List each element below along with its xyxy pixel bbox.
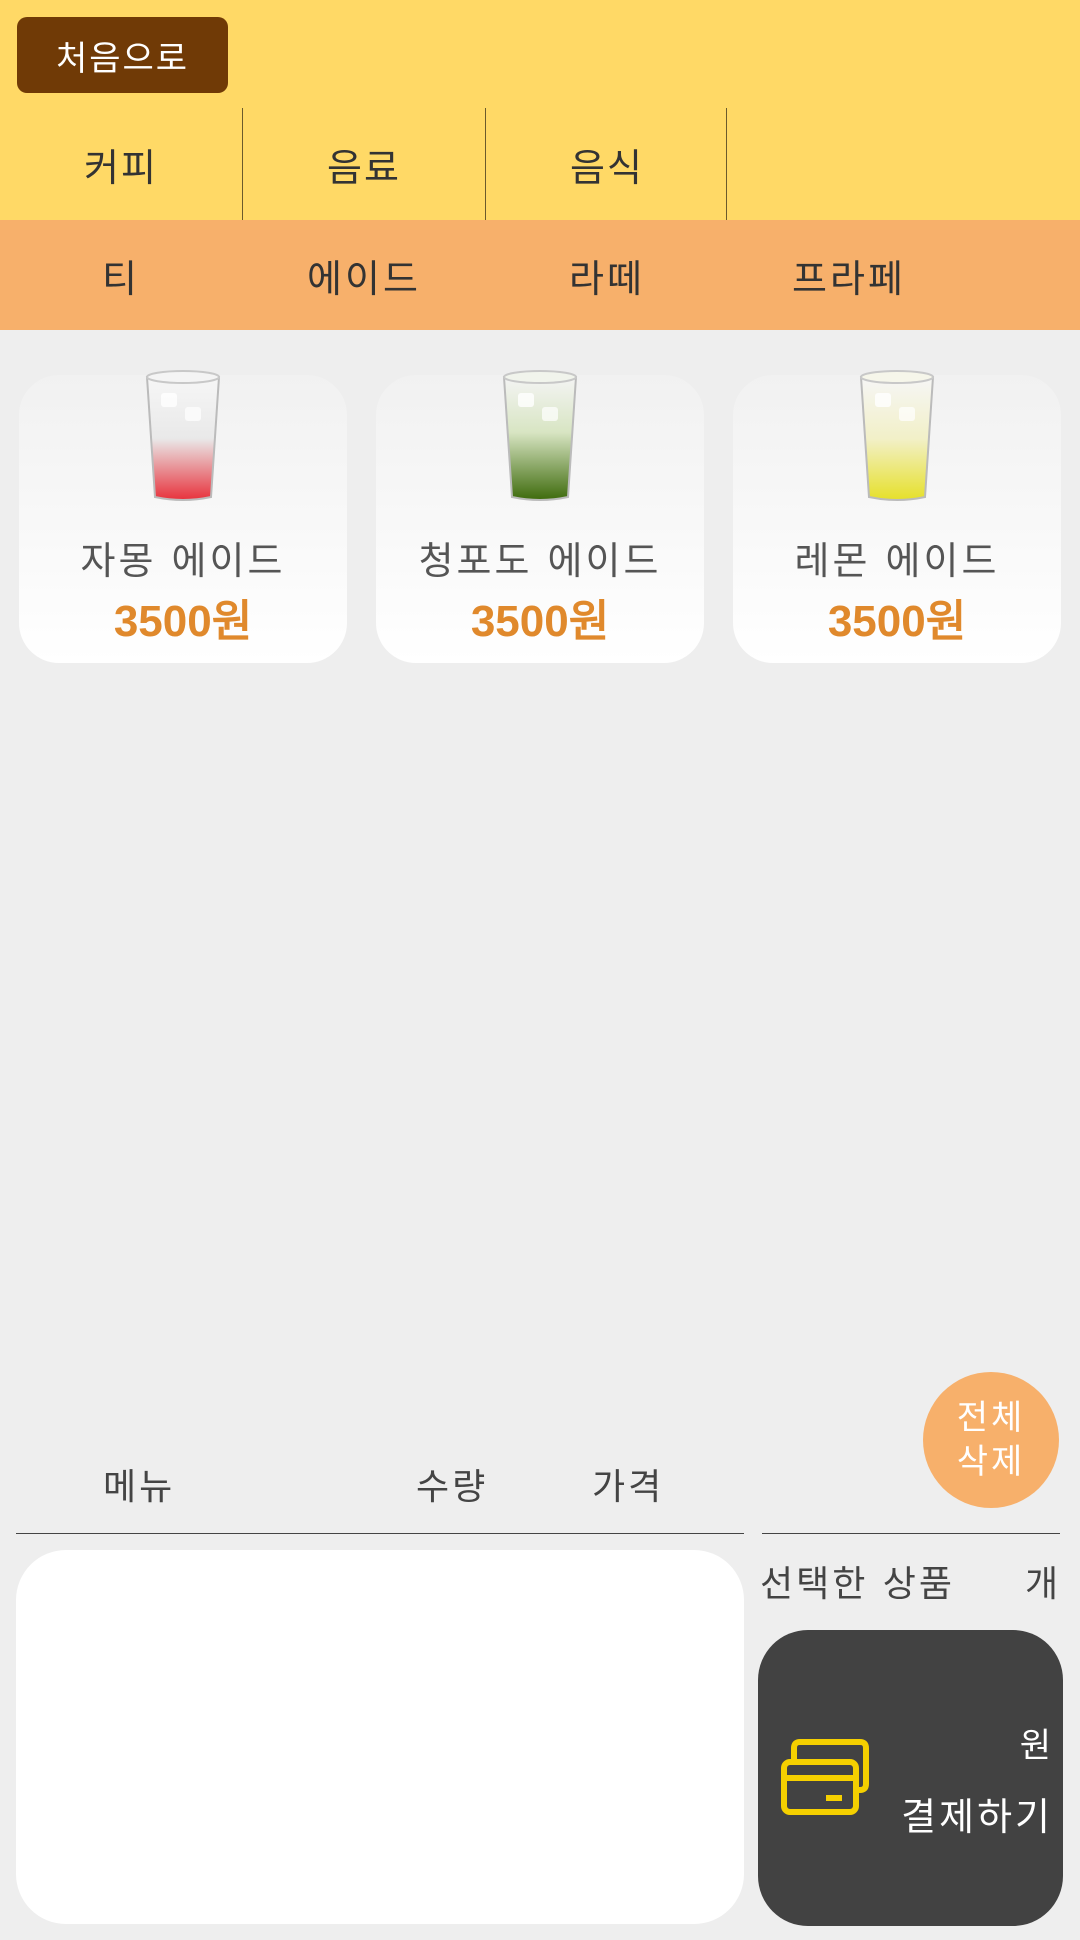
subtab-ade[interactable]: 에이드 [243,220,485,330]
green-grape-ade-image [502,370,578,501]
cart-divider [16,1533,744,1534]
cart-list[interactable] [16,1550,744,1924]
subtab-latte[interactable]: 라떼 [486,220,728,330]
clear-all-label-line1: 전체 [956,1398,1026,1438]
product-name: 레몬 에이드 [794,539,1000,583]
item-count-unit: 개 [1025,1564,1059,1605]
lemon-ade-image [859,370,935,501]
column-price: 가격 [592,1467,665,1508]
tab-coffee[interactable]: 커피 [0,108,242,220]
clear-all-label-line2: 삭제 [956,1442,1026,1482]
credit-card-icon [781,1739,869,1815]
product-card[interactable]: 자몽 에이드 3500원 [19,370,347,663]
total-price-unit: 원 [1019,1726,1051,1766]
tab-food[interactable]: 음식 [486,108,728,220]
subtab-tea[interactable]: 티 [0,220,242,330]
column-quantity: 수량 [416,1467,489,1508]
product-name: 자몽 에이드 [80,539,286,583]
product-card[interactable]: 청포도 에이드 3500원 [376,370,704,663]
product-price: 3500원 [470,597,610,646]
pay-button-label: 결제하기 [901,1795,1053,1839]
summary-divider [762,1533,1060,1534]
clear-all-button[interactable]: 전체 삭제 [923,1372,1059,1508]
column-menu: 메뉴 [103,1467,176,1508]
grapefruit-ade-image [145,370,221,501]
category-header: 처음으로 커피 음료 음식 [0,0,1080,220]
subcategory-tabs: 티 에이드 라떼 프라페 [0,220,1080,330]
product-name: 청포도 에이드 [418,539,662,583]
tab-drinks[interactable]: 음료 [243,108,485,220]
selected-items-label: 선택한 상품 [760,1564,956,1605]
product-price: 3500원 [113,597,253,646]
category-tabs: 커피 음료 음식 [0,108,1080,220]
home-button[interactable]: 처음으로 [17,17,228,93]
pay-button[interactable]: 원 결제하기 [758,1630,1063,1926]
product-price: 3500원 [827,597,967,646]
tab-divider [726,108,727,220]
product-card[interactable]: 레몬 에이드 3500원 [733,370,1061,663]
subtab-frappe[interactable]: 프라페 [728,220,970,330]
